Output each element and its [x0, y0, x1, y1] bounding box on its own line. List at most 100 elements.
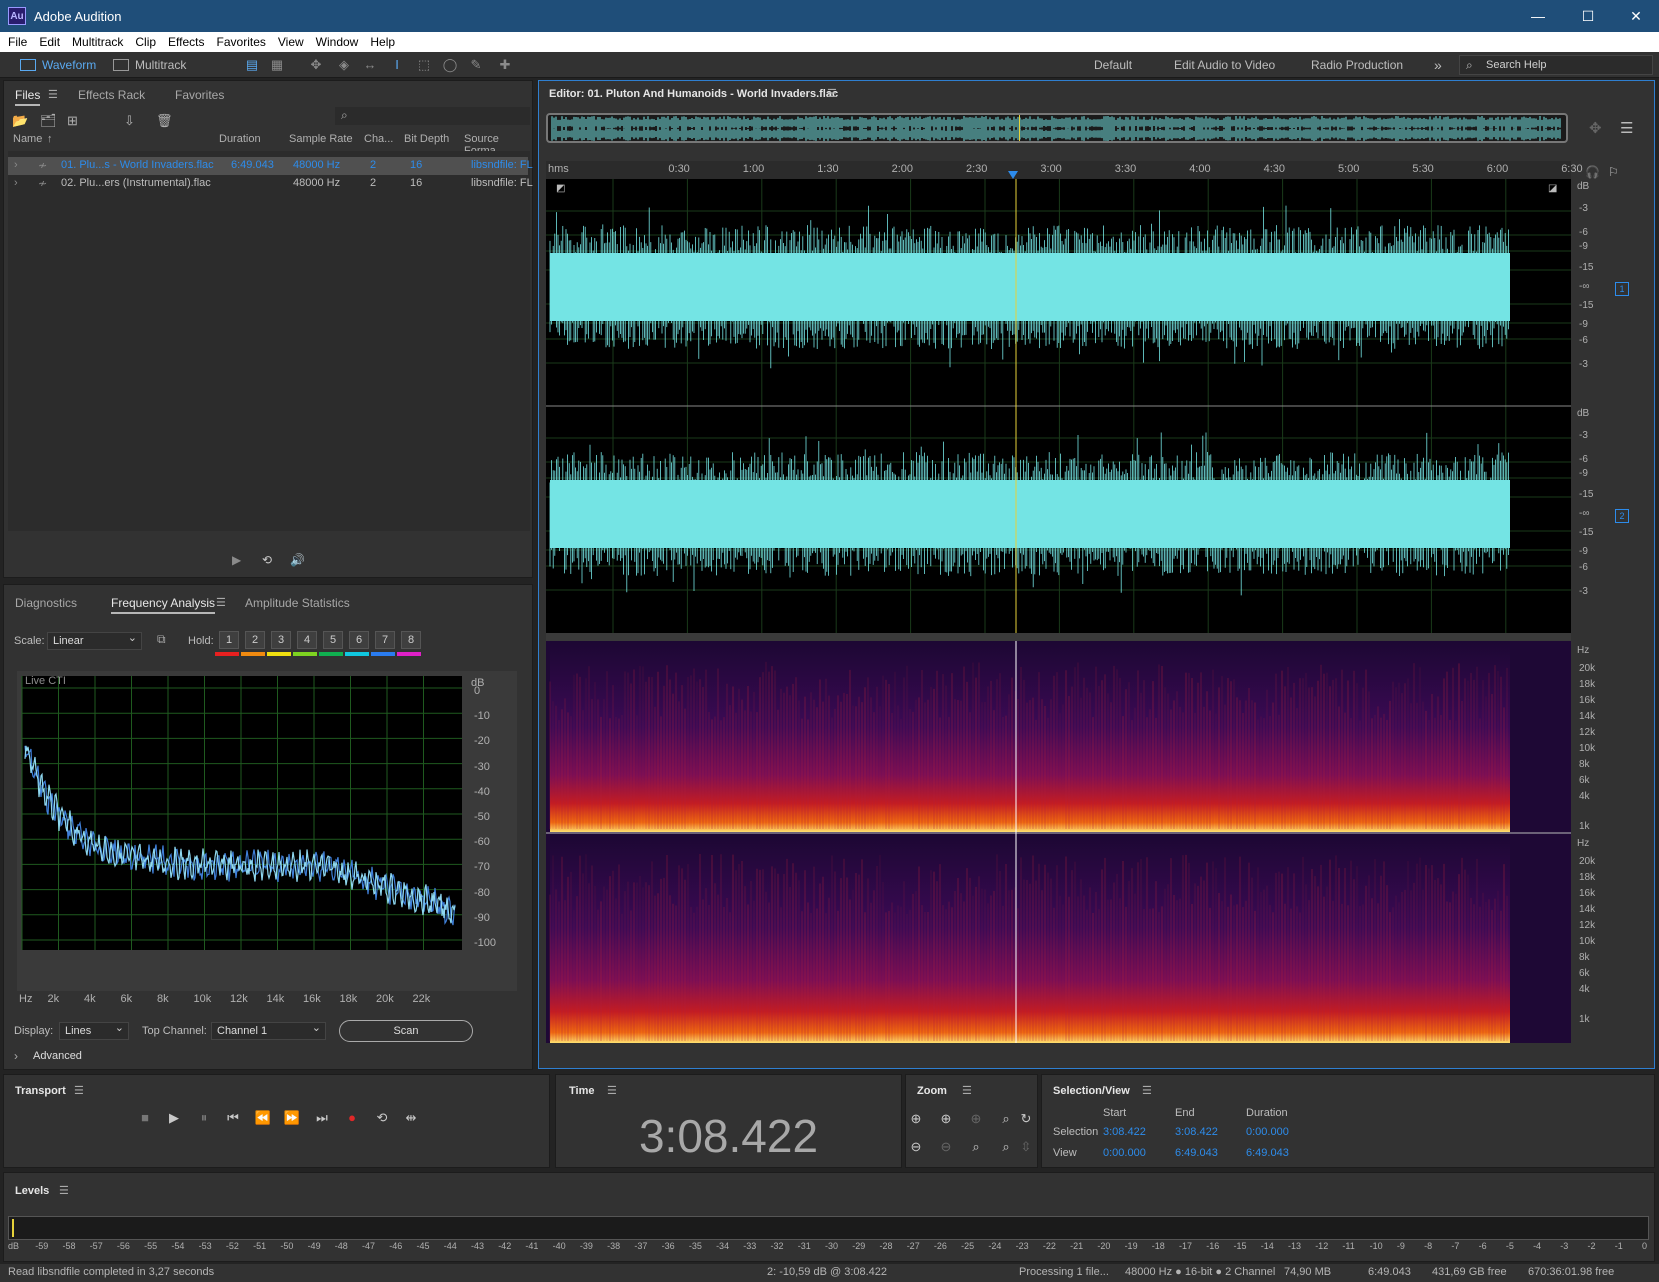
stop-icon[interactable]: ■	[135, 1108, 155, 1128]
analysis-panel-menu-icon[interactable]: ☰	[216, 596, 226, 609]
zoom-in-time-icon[interactable]: ⊕	[936, 1109, 956, 1129]
marquee-tool-icon[interactable]: ⬚	[415, 57, 433, 73]
zoom-reset-icon[interactable]: ↻	[1016, 1109, 1036, 1129]
scale-dropdown[interactable]: Linear	[47, 630, 142, 650]
scan-button[interactable]: Scan	[339, 1020, 473, 1042]
column-channels[interactable]: Cha...	[364, 133, 393, 145]
new-file-icon[interactable]: ⊞	[67, 113, 78, 129]
playhead-handle[interactable]	[1008, 171, 1018, 179]
view-start[interactable]: 0:00.000	[1103, 1147, 1146, 1159]
menu-window[interactable]: Window	[310, 35, 365, 49]
time-ruler[interactable]: hms 0:30 1:00 1:30 2:00 2:30 3:00 3:30 4:00 4:30 5…	[546, 161, 1583, 179]
editor-menu-icon[interactable]: ☰	[827, 87, 837, 100]
pause-icon[interactable]: ⏸	[194, 1108, 214, 1128]
zoom-selection-icon[interactable]: ⊕	[966, 1109, 986, 1129]
more-workspaces-button[interactable]: »	[1434, 55, 1442, 75]
lasso-tool-icon[interactable]: ◯	[441, 57, 459, 73]
workspace-edit-audio-to-video[interactable]: Edit Audio to Video	[1174, 55, 1275, 75]
next-icon[interactable]: ⏭	[312, 1108, 332, 1128]
file-row[interactable]: › ≁ 02. Plu...ers (Instrumental).flac 48…	[8, 175, 533, 193]
brush-tool-icon[interactable]: ✎	[467, 57, 485, 73]
hold-button-7[interactable]: 7	[375, 631, 395, 649]
pitch-display-icon[interactable]: ▦	[268, 57, 286, 73]
import-file-icon[interactable]: 🗂	[40, 113, 57, 129]
waveform-display[interactable]: ◩ ◪	[546, 179, 1581, 633]
tab-favorites[interactable]: Favorites	[175, 88, 224, 102]
preview-play-icon[interactable]: ▶	[232, 553, 241, 567]
fade-out-handle-icon[interactable]: ◪	[1548, 183, 1557, 194]
snapshot-icon[interactable]: ⧉	[157, 632, 166, 647]
hold-button-4[interactable]: 4	[297, 631, 317, 649]
menu-view[interactable]: View	[272, 35, 310, 49]
zoom-fit-icon[interactable]: ⇳	[1016, 1137, 1036, 1157]
previous-icon[interactable]: ⏮	[223, 1108, 243, 1128]
time-selection-tool-icon[interactable]: I	[388, 57, 406, 73]
skip-selection-icon[interactable]: ⇹	[401, 1108, 421, 1128]
menu-clip[interactable]: Clip	[129, 35, 162, 49]
close-button[interactable]: ✕	[1613, 0, 1659, 32]
files-search-input[interactable]: ⌕	[335, 107, 530, 125]
tab-diagnostics[interactable]: Diagnostics	[15, 596, 77, 610]
headphones-icon[interactable]: 🎧	[1585, 165, 1600, 179]
insert-icon[interactable]: ⇩	[124, 113, 135, 129]
file-row[interactable]: › ≁ 01. Plu...s - World Invaders.flac 6:…	[8, 157, 533, 175]
spot-healing-icon[interactable]: ✚	[496, 57, 514, 73]
spectral-display[interactable]	[546, 641, 1571, 1043]
tab-effects-rack[interactable]: Effects Rack	[78, 88, 145, 102]
razor-tool-icon[interactable]: ◈	[335, 57, 353, 73]
marker-icon[interactable]: ⚐	[1608, 165, 1619, 179]
expand-icon[interactable]: ›	[14, 159, 18, 171]
hold-button-3[interactable]: 3	[271, 631, 291, 649]
advanced-label[interactable]: Advanced	[33, 1050, 82, 1062]
zoom-navigator-icon[interactable]: ✥	[1589, 119, 1602, 137]
play-icon[interactable]: ▶	[164, 1108, 184, 1128]
channel-number-badge[interactable]: 1	[1615, 282, 1629, 296]
selection-end[interactable]: 3:08.422	[1175, 1126, 1218, 1138]
spectral-display-icon[interactable]: ▤	[243, 57, 261, 73]
menu-effects[interactable]: Effects	[162, 35, 210, 49]
move-tool-icon[interactable]: ✥	[307, 57, 325, 73]
loop-icon[interactable]: ⟲	[372, 1108, 392, 1128]
tab-files[interactable]: Files	[15, 88, 41, 106]
expand-icon[interactable]: ›	[14, 177, 18, 189]
search-help-field[interactable]: ⌕ Search Help	[1459, 55, 1653, 75]
workspace-radio-production[interactable]: Radio Production	[1311, 55, 1403, 75]
column-name[interactable]: Name	[13, 133, 42, 145]
overview-bar[interactable]	[546, 113, 1568, 143]
preview-loop-icon[interactable]: ⟲	[262, 553, 272, 567]
column-sample-rate[interactable]: Sample Rate	[289, 133, 353, 145]
advanced-expand-icon[interactable]: ›	[14, 1049, 18, 1063]
tab-amplitude-statistics[interactable]: Amplitude Statistics	[245, 596, 350, 610]
hold-button-8[interactable]: 8	[401, 631, 421, 649]
selection-duration[interactable]: 0:00.000	[1246, 1126, 1289, 1138]
tab-frequency-analysis[interactable]: Frequency Analysis	[111, 596, 216, 614]
menu-edit[interactable]: Edit	[33, 35, 66, 49]
zoom-out-full-icon[interactable]: ⌕	[966, 1137, 986, 1157]
zoom-out-amplitude-icon[interactable]: ⊖	[906, 1137, 926, 1157]
transport-menu-icon[interactable]: ☰	[74, 1084, 84, 1097]
view-duration[interactable]: 6:49.043	[1246, 1147, 1289, 1159]
zoom-out-time-icon[interactable]: ⊖	[936, 1137, 956, 1157]
preview-autoplay-icon[interactable]: 🔊	[290, 553, 305, 567]
display-dropdown[interactable]: Lines	[59, 1020, 129, 1040]
hold-button-2[interactable]: 2	[245, 631, 265, 649]
waveform-view-button[interactable]: Waveform	[20, 55, 96, 75]
top-channel-dropdown[interactable]: Channel 1	[211, 1020, 326, 1040]
maximize-button[interactable]: ☐	[1565, 0, 1611, 32]
fast-forward-icon[interactable]: ⏩	[282, 1108, 302, 1128]
menu-multitrack[interactable]: Multitrack	[66, 35, 129, 49]
slip-tool-icon[interactable]: ↔	[361, 57, 379, 73]
editor-options-icon[interactable]: ☰	[1620, 119, 1633, 137]
spectral-divider[interactable]	[546, 633, 1571, 641]
menu-favorites[interactable]: Favorites	[211, 35, 272, 49]
time-menu-icon[interactable]: ☰	[607, 1084, 617, 1097]
zoom-in-point-icon[interactable]: ⌕	[996, 1109, 1016, 1129]
selection-start[interactable]: 3:08.422	[1103, 1126, 1146, 1138]
zoom-in-amplitude-icon[interactable]: ⊕	[906, 1109, 926, 1129]
selection-menu-icon[interactable]: ☰	[1142, 1084, 1152, 1097]
zoom-to-selection-icon[interactable]: ⌕	[996, 1137, 1016, 1157]
menu-file[interactable]: File	[0, 35, 33, 49]
open-file-icon[interactable]: 📂	[12, 113, 28, 129]
channel-number-badge[interactable]: 2	[1615, 509, 1629, 523]
hold-button-1[interactable]: 1	[219, 631, 239, 649]
